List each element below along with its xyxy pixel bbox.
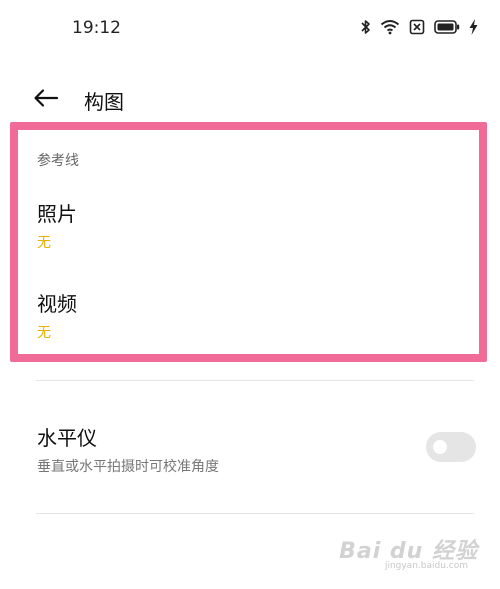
- sim-icon: [409, 19, 425, 35]
- arrow-left-icon: [33, 88, 59, 112]
- level-toggle[interactable]: [426, 432, 476, 462]
- watermark-sub: jingyan.baidu.com: [384, 561, 468, 571]
- divider: [36, 380, 474, 381]
- bluetooth-icon: [361, 19, 371, 35]
- header: 构图: [0, 78, 500, 122]
- guide-item-photo-value: 无: [37, 235, 51, 251]
- status-bar: 19:12: [0, 0, 500, 60]
- divider: [36, 513, 474, 514]
- wifi-icon: [380, 19, 400, 35]
- toggle-knob: [433, 440, 447, 454]
- guide-item-video-value: 无: [37, 325, 51, 341]
- guide-item-photo-title: 照片: [37, 202, 77, 226]
- guide-item-video-title: 视频: [37, 292, 77, 316]
- level-description: 垂直或水平拍摄时可校准角度: [37, 459, 219, 475]
- status-icons: [361, 19, 478, 35]
- status-time: 19:12: [72, 18, 121, 38]
- page-title: 构图: [84, 90, 124, 114]
- guide-item-video[interactable]: 视频 无: [0, 280, 500, 350]
- guide-item-photo[interactable]: 照片 无: [0, 190, 500, 260]
- charging-icon: [469, 19, 478, 35]
- level-title: 水平仪: [37, 426, 97, 450]
- back-button[interactable]: [28, 82, 64, 118]
- section-label-guides: 参考线: [37, 153, 79, 169]
- watermark-logo: Bai du 经验 jingyan.baidu.com: [332, 533, 482, 577]
- battery-icon: [434, 20, 460, 34]
